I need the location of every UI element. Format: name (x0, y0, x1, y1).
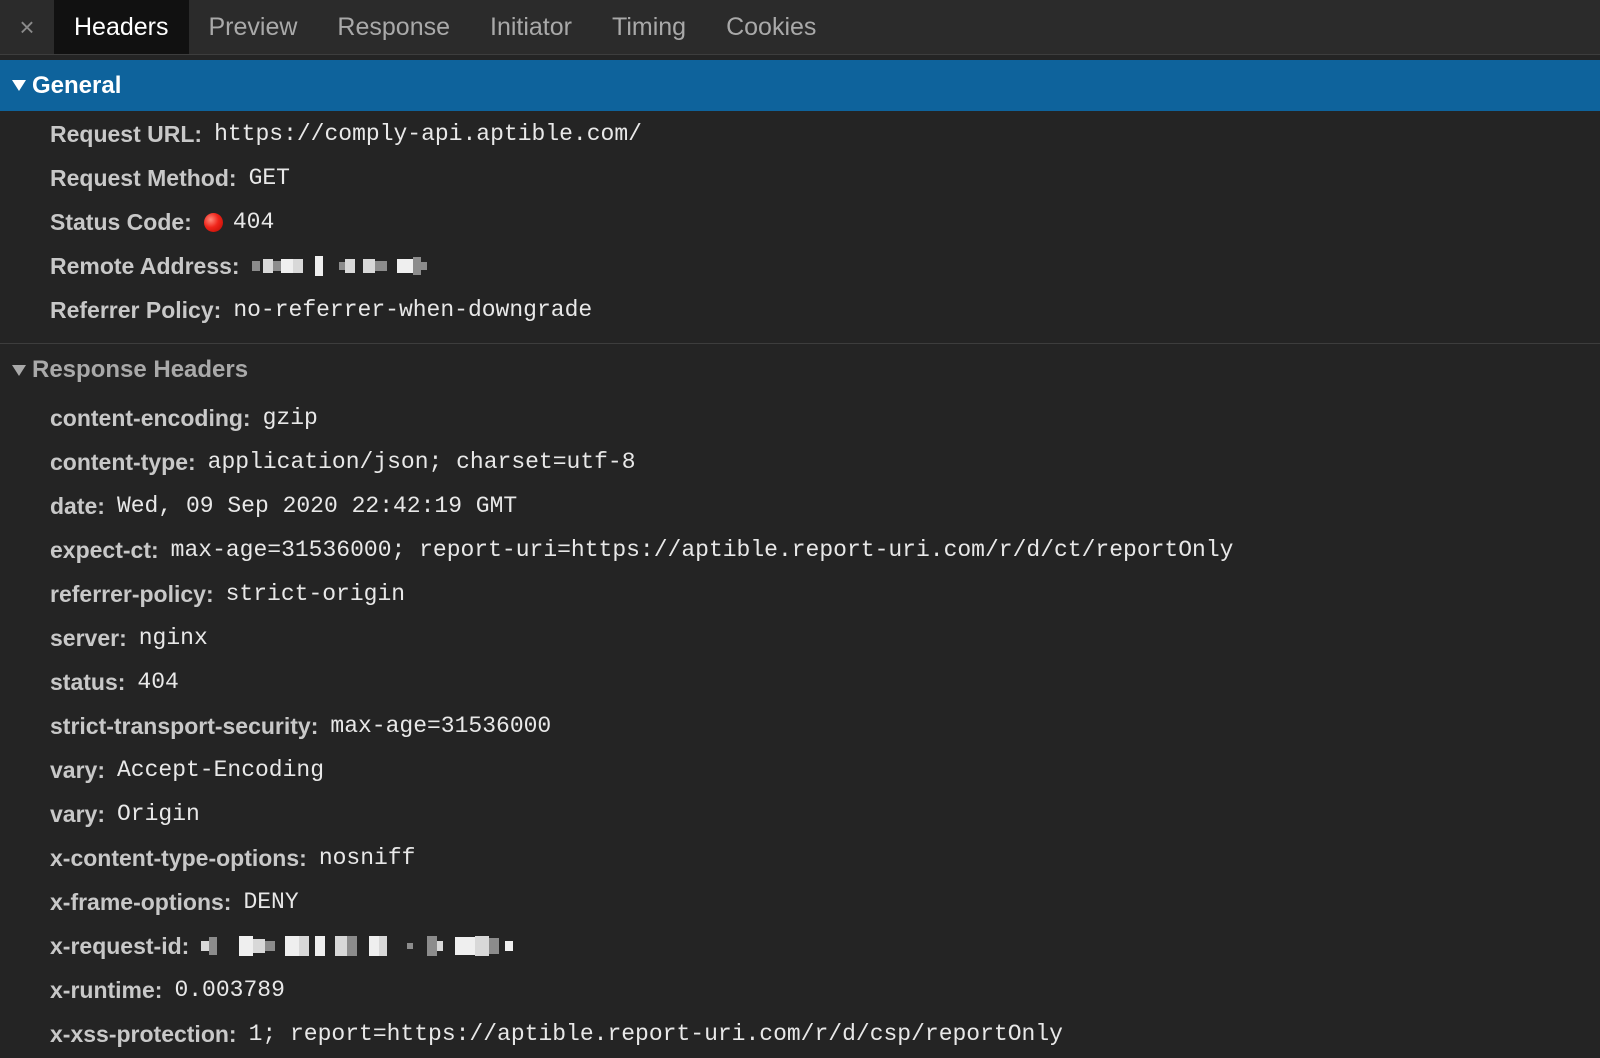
header-value: 0.003789 (174, 977, 285, 1003)
header-value: Origin (116, 801, 200, 827)
header-key: server: (50, 624, 127, 651)
request-url-key: Request URL: (50, 120, 203, 147)
header-key: vary: (50, 800, 105, 827)
header-row: x-xss-protection: 1; report=https://apti… (50, 1012, 1233, 1056)
general-section-header[interactable]: General (0, 60, 1600, 111)
header-value: max-age=31536000; report-uri=https://apt… (170, 537, 1234, 563)
header-value: 1; report=https://aptible.report-uri.com… (248, 1021, 1063, 1047)
header-value: Accept-Encoding (116, 757, 325, 783)
header-row: date: Wed, 09 Sep 2020 22:42:19 GMT (50, 484, 1233, 528)
tab-response[interactable]: Response (317, 0, 470, 54)
header-key: vary: (50, 756, 105, 783)
expand-triangle-icon (12, 364, 26, 376)
header-row: x-frame-options: DENY (50, 880, 1233, 924)
request-method-key: Request Method: (50, 164, 237, 191)
devtools-tab-bar: × Headers Preview Response Initiator Tim… (0, 0, 1600, 55)
header-key: content-type: (50, 448, 196, 475)
status-code-value: 404 (232, 209, 275, 235)
header-row: status: 404 (50, 660, 1233, 704)
request-method-value: GET (248, 165, 290, 191)
header-value: application/json; charset=utf-8 (207, 449, 636, 475)
remote-address-redacted (251, 256, 427, 276)
remote-address-key: Remote Address: (50, 252, 240, 279)
request-url-row: Request URL: https://comply-api.aptible.… (50, 112, 642, 156)
header-key: x-frame-options: (50, 888, 232, 915)
header-value: DENY (243, 889, 299, 915)
general-section: Request URL: https://comply-api.aptible.… (50, 112, 642, 332)
header-value: max-age=31536000 (330, 713, 552, 739)
expand-triangle-icon (12, 80, 26, 91)
header-row: content-encoding: gzip (50, 396, 1233, 440)
header-value: nginx (138, 625, 208, 651)
header-key: referrer-policy: (50, 580, 214, 607)
referrer-policy-key: Referrer Policy: (50, 296, 222, 323)
response-headers-section-title: Response Headers (32, 356, 249, 383)
header-row: expect-ct: max-age=31536000; report-uri=… (50, 528, 1233, 572)
status-code-row: Status Code: 404 (50, 200, 642, 244)
response-headers-section: content-encoding: gzip content-type: app… (50, 396, 1233, 1056)
header-key: x-content-type-options: (50, 844, 307, 871)
header-row: server: nginx (50, 616, 1233, 660)
header-row: x-request-id: (50, 924, 1233, 968)
tab-timing[interactable]: Timing (592, 0, 706, 54)
header-row: x-content-type-options: nosniff (50, 836, 1233, 880)
request-method-row: Request Method: GET (50, 156, 642, 200)
header-row: strict-transport-security: max-age=31536… (50, 704, 1233, 748)
referrer-policy-value: no-referrer-when-downgrade (233, 297, 593, 323)
tab-cookies[interactable]: Cookies (706, 0, 836, 54)
close-icon[interactable]: × (0, 0, 54, 54)
header-key: status: (50, 668, 126, 695)
header-value: 404 (137, 669, 179, 695)
general-section-title: General (32, 71, 122, 99)
header-key: content-encoding: (50, 404, 251, 431)
referrer-policy-row: Referrer Policy: no-referrer-when-downgr… (50, 288, 642, 332)
header-row: vary: Origin (50, 792, 1233, 836)
header-row: content-type: application/json; charset=… (50, 440, 1233, 484)
header-row: referrer-policy: strict-origin (50, 572, 1233, 616)
header-key: x-runtime: (50, 976, 163, 1003)
remote-address-row: Remote Address: (50, 244, 642, 288)
header-value: strict-origin (225, 581, 406, 607)
header-value: gzip (262, 405, 318, 431)
header-key: date: (50, 492, 105, 519)
header-row: x-runtime: 0.003789 (50, 968, 1233, 1012)
header-key: strict-transport-security: (50, 712, 319, 739)
status-error-dot-icon (203, 212, 223, 232)
status-code-key: Status Code: (50, 208, 192, 235)
tab-preview[interactable]: Preview (189, 0, 318, 54)
header-key: x-xss-protection: (50, 1020, 237, 1047)
request-id-redacted (201, 936, 514, 956)
header-key: x-request-id: (50, 932, 190, 959)
header-value: Wed, 09 Sep 2020 22:42:19 GMT (116, 493, 518, 519)
response-headers-section-header[interactable]: Response Headers (0, 344, 1600, 396)
header-value: nosniff (318, 845, 416, 871)
tab-headers[interactable]: Headers (54, 0, 189, 54)
header-row: vary: Accept-Encoding (50, 748, 1233, 792)
request-url-value: https://comply-api.aptible.com/ (214, 121, 642, 147)
header-key: expect-ct: (50, 536, 159, 563)
tab-initiator[interactable]: Initiator (470, 0, 592, 54)
